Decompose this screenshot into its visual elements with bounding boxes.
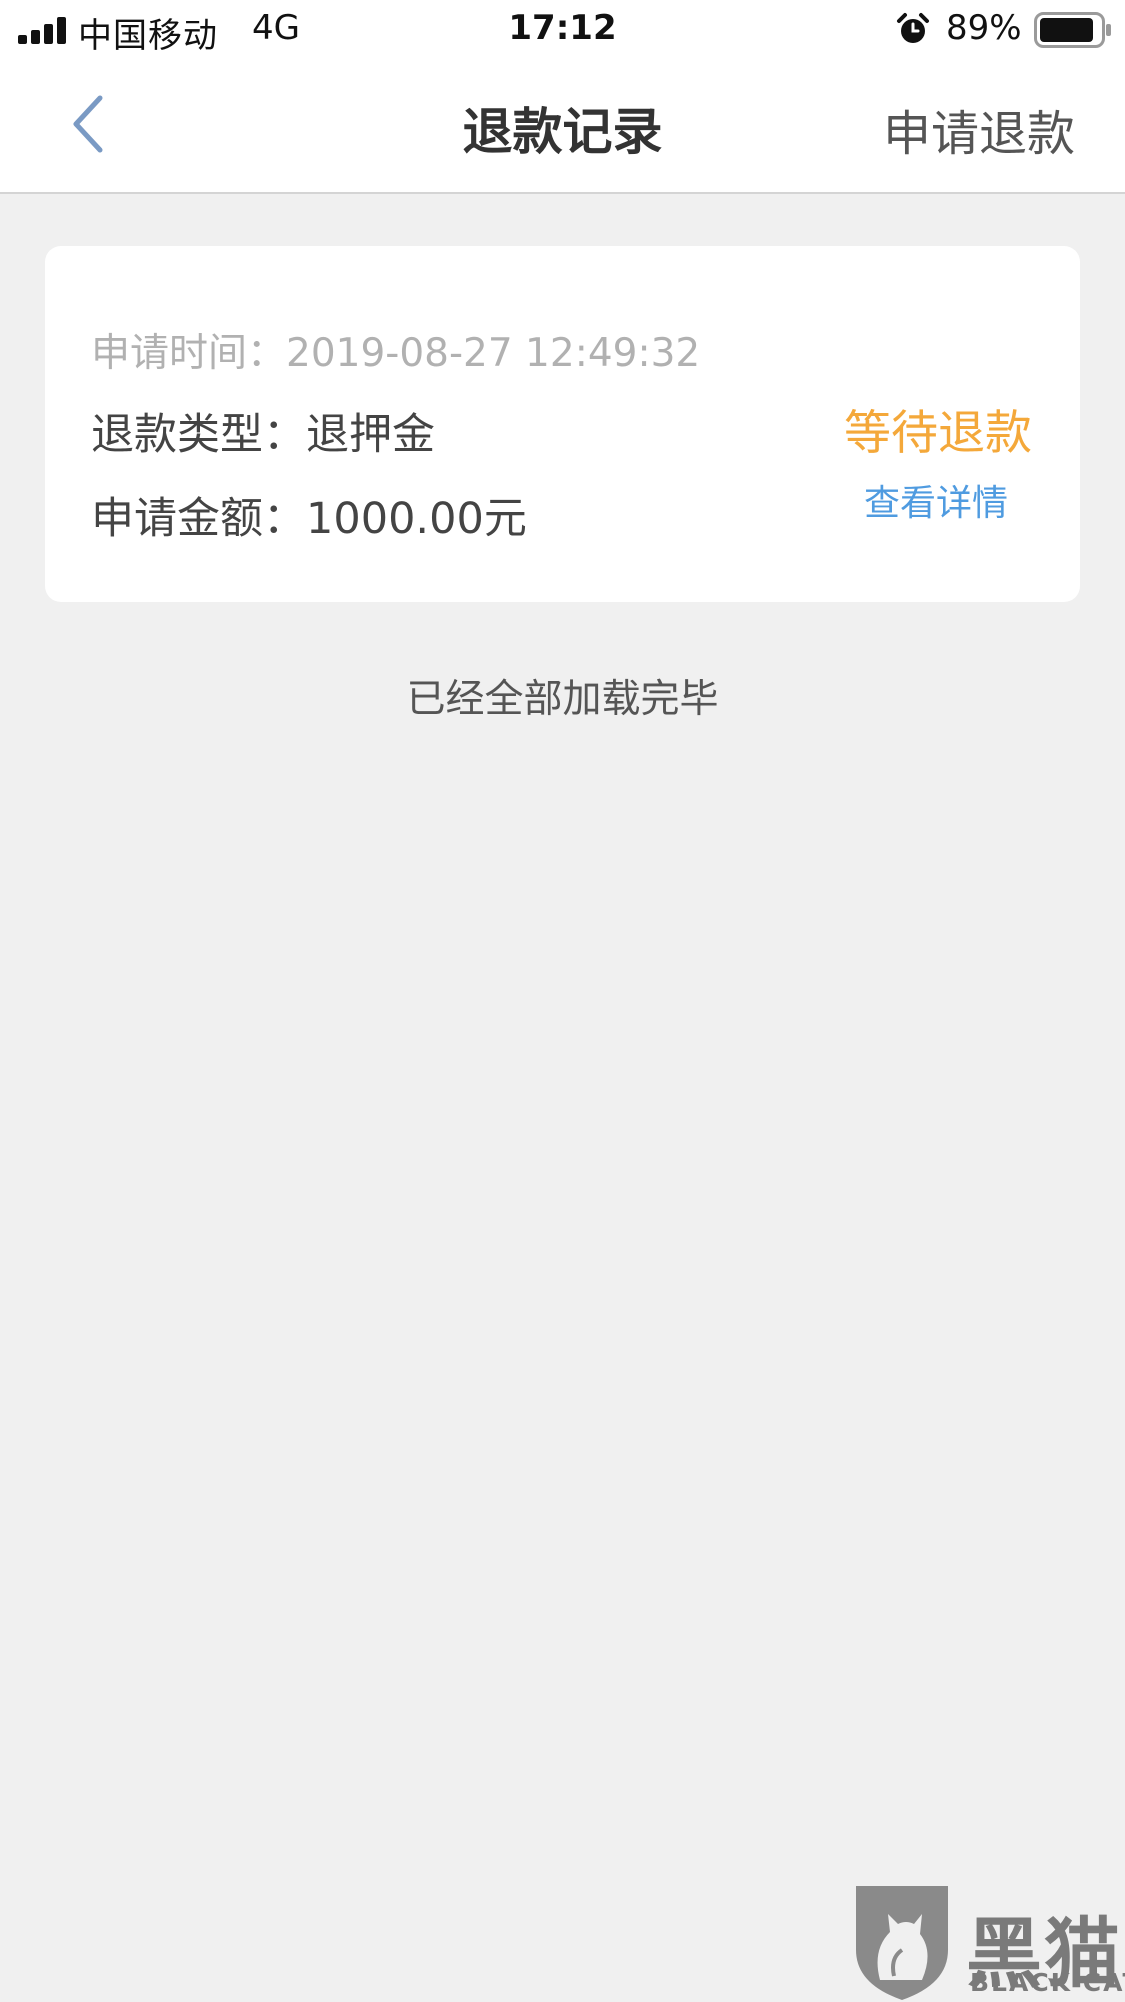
apply-refund-button[interactable]: 申请退款 — [883, 94, 1075, 164]
apply-time-label: 申请时间： — [91, 331, 287, 376]
load-complete-text: 已经全部加载完毕 — [406, 677, 719, 722]
apply-time-value: 2019-08-27 12:49:32 — [286, 331, 701, 376]
status-bar: 中国移动 4G 17:12 89% — [0, 0, 1125, 64]
back-button[interactable] — [58, 90, 128, 160]
watermark-text-en: BLACK CAT — [970, 1968, 1125, 1997]
refund-type-row: 退款类型：退押金 — [91, 400, 435, 462]
watermark-logo: 黑猫 BLACK CAT — [850, 1880, 1125, 2001]
refund-type-label: 退款类型： — [91, 410, 306, 460]
nav-bar: 退款记录 申请退款 — [0, 64, 1125, 194]
battery-icon — [1034, 12, 1111, 48]
apply-amount-row: 申请金额：1000.00元 — [91, 484, 527, 546]
battery-percentage: 89% — [946, 8, 1022, 48]
chevron-left-icon — [73, 95, 103, 153]
apply-time-row: 申请时间：2019-08-27 12:49:32 — [91, 322, 700, 378]
refund-status-badge: 等待退款 — [844, 406, 1032, 461]
refund-type-value: 退押金 — [306, 410, 435, 460]
cat-shield-icon — [856, 1886, 948, 2000]
apply-amount-label: 申请金额： — [91, 494, 306, 544]
refund-record-card[interactable]: 申请时间：2019-08-27 12:49:32 退款类型：退押金 申请金额：1… — [45, 246, 1080, 602]
alarm-clock-icon — [897, 13, 929, 43]
apply-amount-value: 1000.00元 — [306, 494, 527, 544]
view-details-link[interactable]: 查看详情 — [864, 474, 1008, 526]
